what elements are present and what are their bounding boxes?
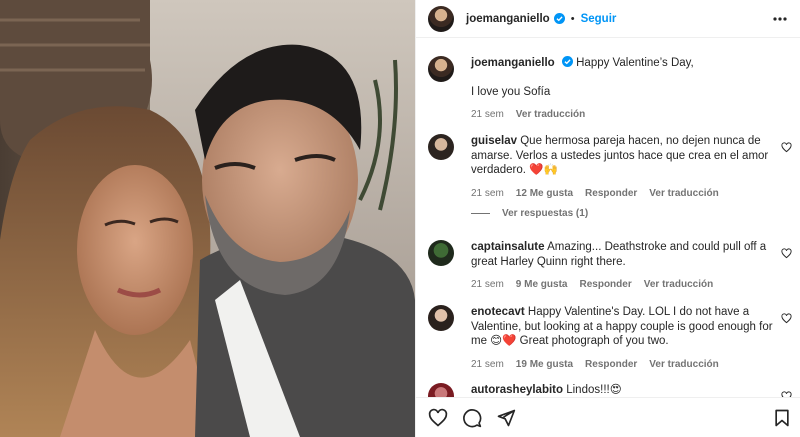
photo-illustration xyxy=(0,0,415,437)
share-icon[interactable] xyxy=(496,408,516,428)
post-side-panel: joemanganiello • Seguir joemanganiello H… xyxy=(415,0,800,437)
comments-section[interactable]: joemanganiello Happy Valentine’s Day, I … xyxy=(416,39,800,397)
view-replies-button[interactable]: Ver respuestas (1) xyxy=(471,208,588,219)
commenter-username[interactable]: captainsalute xyxy=(471,241,545,253)
heart-icon[interactable] xyxy=(428,408,448,428)
comment-item: autorasheylabito Lindos!!!😍 xyxy=(428,383,792,397)
replies-divider xyxy=(471,213,490,214)
commenter-avatar[interactable] xyxy=(428,383,454,397)
reply-button[interactable]: Responder xyxy=(585,358,637,373)
follow-button[interactable]: Seguir xyxy=(581,13,617,25)
comment-item: enotecavt Happy Valentine's Day. LOL I d… xyxy=(428,305,792,372)
reply-button[interactable]: Responder xyxy=(585,187,637,202)
commenter-username[interactable]: autorasheylabito xyxy=(471,384,563,396)
translate-button[interactable]: Ver traducción xyxy=(649,187,718,202)
comment-likes[interactable]: 12 Me gusta xyxy=(516,187,573,202)
comment-item: guiselav Que hermosa pareja hacen, no de… xyxy=(428,134,792,201)
comment-like-icon[interactable] xyxy=(781,313,792,324)
bookmark-icon[interactable] xyxy=(772,408,792,428)
comment-likes[interactable]: 19 Me gusta xyxy=(516,358,573,373)
verified-badge-icon xyxy=(553,13,565,24)
translate-button[interactable]: Ver traducción xyxy=(644,278,713,293)
comment-item: captainsalute Amazing... Deathstroke and… xyxy=(428,240,792,293)
post-header: joemanganiello • Seguir xyxy=(416,0,800,38)
post-viewer: joemanganiello • Seguir joemanganiello H… xyxy=(0,0,800,437)
post-action-bar xyxy=(416,397,800,437)
header-separator: • xyxy=(570,12,575,25)
author-username[interactable]: joemanganiello xyxy=(466,13,550,25)
comment-likes[interactable]: 9 Me gusta xyxy=(516,278,568,293)
commenter-avatar[interactable] xyxy=(428,240,454,266)
caption-time[interactable]: 21 sem xyxy=(471,108,504,123)
caption-username[interactable]: joemanganiello xyxy=(471,57,555,69)
comment-icon[interactable] xyxy=(462,408,482,428)
reply-button[interactable]: Responder xyxy=(579,278,631,293)
commenter-avatar[interactable] xyxy=(428,305,454,331)
caption-avatar[interactable] xyxy=(428,56,454,82)
more-options-icon[interactable] xyxy=(772,11,788,27)
comment-like-icon[interactable] xyxy=(781,142,792,153)
caption: joemanganiello Happy Valentine’s Day, I … xyxy=(428,56,792,123)
commenter-username[interactable]: guiselav xyxy=(471,135,517,147)
author-avatar[interactable] xyxy=(428,5,454,32)
post-photo[interactable] xyxy=(0,0,415,437)
caption-translate-button[interactable]: Ver traducción xyxy=(516,108,585,123)
verified-badge-icon xyxy=(561,56,573,67)
comment-time[interactable]: 21 sem xyxy=(471,278,504,293)
commenter-username[interactable]: enotecavt xyxy=(471,306,525,318)
comment-time[interactable]: 21 sem xyxy=(471,358,504,373)
caption-text-line1: Happy Valentine’s Day, xyxy=(576,57,694,69)
comment-time[interactable]: 21 sem xyxy=(471,187,504,202)
caption-text-line2: I love you Sofía xyxy=(471,85,551,98)
view-replies-label[interactable]: Ver respuestas (1) xyxy=(502,208,588,219)
translate-button[interactable]: Ver traducción xyxy=(649,358,718,373)
comment-like-icon[interactable] xyxy=(781,248,792,259)
comment-text: Lindos!!!😍 xyxy=(566,384,622,396)
commenter-avatar[interactable] xyxy=(428,134,454,160)
